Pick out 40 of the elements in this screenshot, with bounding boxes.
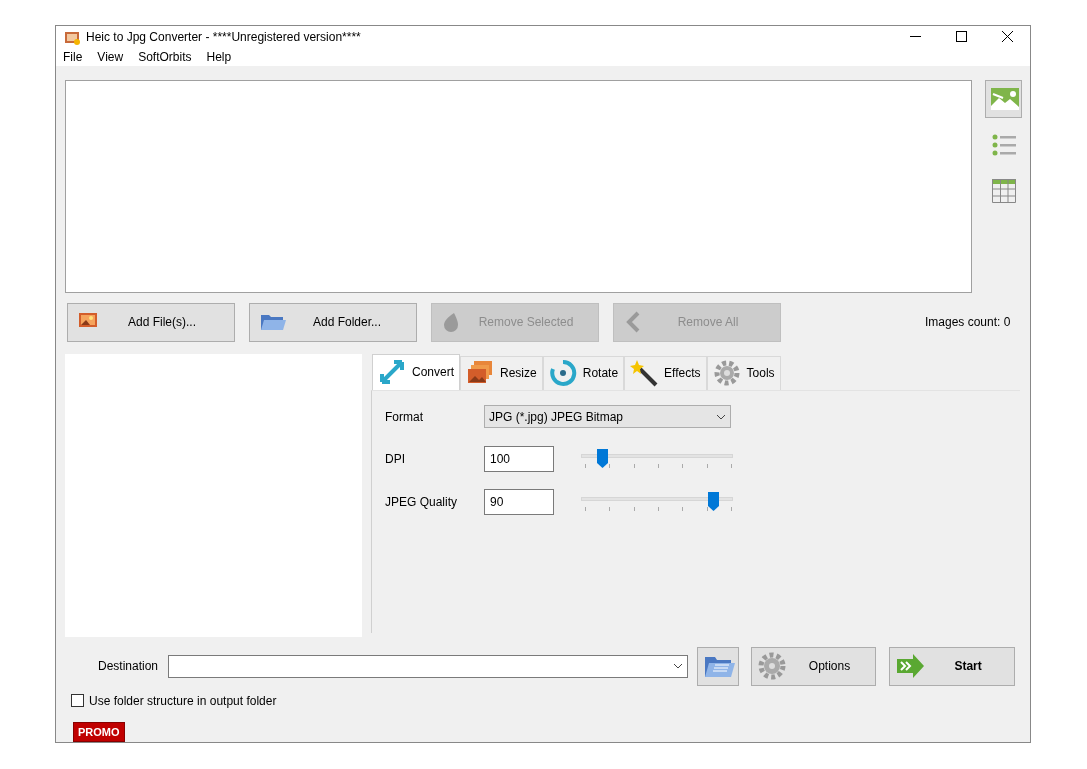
destination-field[interactable] — [168, 654, 689, 678]
chevron-down-icon — [716, 413, 726, 420]
format-dropdown[interactable]: JPG (*.jpg) JPEG Bitmap — [484, 405, 731, 428]
file-button[interactable]: Add File(s)... — [67, 302, 235, 342]
slider[interactable] — [581, 448, 733, 469]
menu-item[interactable]: Help — [206, 47, 232, 66]
tab[interactable]: Effects — [624, 355, 707, 390]
field-label: DPI — [385, 450, 406, 468]
start-button[interactable]: Start — [889, 646, 1016, 686]
menu-item[interactable]: View — [97, 47, 124, 66]
input-field[interactable]: 100 — [484, 445, 554, 472]
input-field[interactable]: 90 — [484, 488, 554, 515]
slider[interactable] — [581, 491, 733, 512]
options-button[interactable]: Options — [751, 646, 877, 686]
rotate-icon — [548, 359, 577, 387]
images-count: Images count: 0 — [925, 314, 1012, 331]
slider-thumb[interactable] — [708, 491, 720, 511]
menu-item[interactable]: File — [63, 47, 83, 66]
view-button[interactable] — [985, 79, 1022, 118]
folder-button[interactable] — [697, 646, 740, 686]
maximize-icon[interactable] — [955, 31, 967, 43]
checkbox-label: Use folder structure in output folder — [89, 692, 277, 710]
field-label: JPEG Quality — [385, 493, 459, 511]
slider-thumb[interactable] — [597, 448, 609, 468]
checkbox[interactable] — [71, 694, 84, 707]
diagonal-arrows-icon — [378, 358, 406, 386]
tab[interactable]: Convert — [372, 353, 461, 390]
magic-wand-icon — [630, 359, 659, 387]
tab[interactable]: Tools — [706, 355, 781, 390]
field-label: Format — [385, 408, 424, 426]
chevron-down-icon — [673, 663, 684, 669]
menu-item[interactable]: SoftOrbits — [138, 47, 192, 66]
file-button[interactable]: Add Folder... — [249, 302, 417, 342]
promo-badge[interactable]: PROMO — [73, 721, 125, 742]
destination-label: Destination — [98, 658, 159, 675]
gear-icon — [712, 359, 741, 387]
window-title: Heic to Jpg Converter - ****Unregistered version**** — [86, 28, 361, 46]
close-icon[interactable] — [1001, 31, 1013, 43]
tab[interactable]: Rotate — [542, 355, 625, 390]
tab[interactable]: Resize — [460, 355, 543, 390]
